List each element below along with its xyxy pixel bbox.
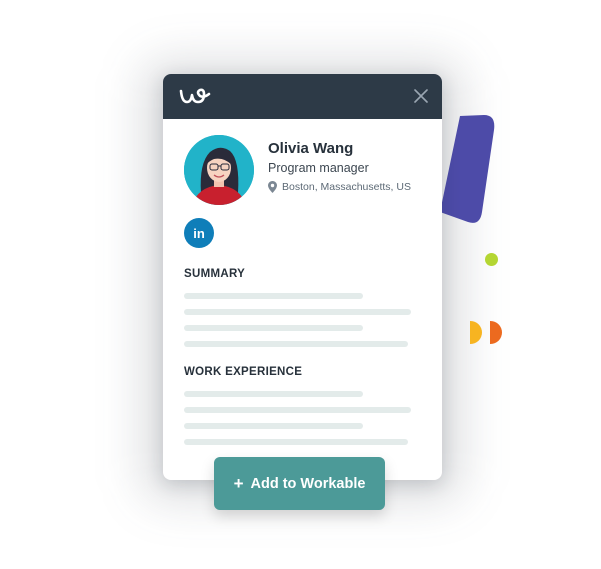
add-to-workable-label: Add to Workable	[250, 475, 366, 492]
location-text: Boston, Massachusetts, US	[282, 181, 411, 193]
card-header	[163, 74, 442, 119]
summary-heading: SUMMARY	[184, 268, 246, 280]
experience-placeholder-line	[184, 439, 408, 445]
work-experience-heading: WORK EXPERIENCE	[184, 366, 303, 378]
experience-placeholder-line	[184, 423, 363, 429]
close-icon[interactable]	[414, 89, 428, 103]
candidate-title: Program manager	[268, 161, 369, 175]
candidate-location: Boston, Massachusetts, US	[268, 181, 411, 193]
plus-icon: +	[233, 474, 244, 493]
summary-placeholder-line	[184, 341, 408, 347]
candidate-name: Olivia Wang	[268, 140, 354, 157]
summary-placeholder-line	[184, 309, 411, 315]
summary-placeholder-line	[184, 293, 363, 299]
experience-placeholder-line	[184, 391, 363, 397]
workable-logo-icon	[179, 88, 211, 104]
decorative-orange-half-circle	[490, 321, 502, 344]
map-pin-icon	[268, 181, 277, 193]
decorative-green-dot	[485, 253, 498, 266]
avatar	[184, 135, 254, 205]
linkedin-icon[interactable]: in	[184, 218, 214, 248]
experience-placeholder-line	[184, 407, 411, 413]
candidate-card: Olivia Wang Program manager Boston, Mass…	[163, 74, 442, 480]
summary-placeholder-line	[184, 325, 363, 331]
avatar-illustration-icon	[184, 135, 254, 205]
decorative-yellow-half-circle	[470, 321, 482, 344]
add-to-workable-button[interactable]: + Add to Workable	[214, 457, 385, 510]
linkedin-label: in	[193, 225, 205, 241]
